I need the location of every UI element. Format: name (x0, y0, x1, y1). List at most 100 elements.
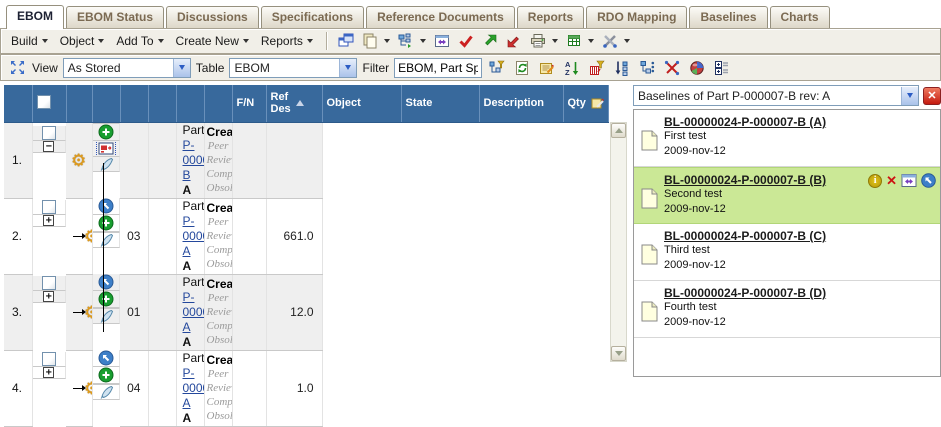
object-link[interactable]: P-000033-A (183, 366, 205, 410)
filter-tree-icon[interactable] (487, 58, 507, 78)
remove-filter-icon[interactable] (587, 58, 607, 78)
tab-reports[interactable]: Reports (517, 6, 584, 28)
tools-icon[interactable] (600, 31, 620, 51)
disconnect-icon[interactable] (662, 58, 682, 78)
baseline-link[interactable]: BL-00000024-P-000007-B (C) (664, 229, 826, 243)
goto-icon[interactable] (98, 274, 114, 290)
object-link[interactable]: P-000033-A (183, 214, 205, 258)
add-icon[interactable] (98, 291, 114, 307)
compare-window-icon[interactable] (432, 31, 452, 51)
print-menu-caret[interactable] (552, 39, 558, 43)
demote-arrow-icon[interactable] (504, 31, 524, 51)
print-icon[interactable] (528, 31, 548, 51)
collapse-toggle-icon[interactable]: − (43, 141, 54, 152)
state-current[interactable]: Create (207, 201, 230, 215)
sort-tree-icon[interactable] (612, 58, 632, 78)
goto-icon[interactable] (98, 350, 114, 366)
tab-ebom[interactable]: EBOM (6, 5, 64, 29)
object-link[interactable]: P-000035-A (183, 290, 205, 334)
expand-toggle-icon[interactable]: + (43, 215, 54, 226)
tab-rdo-mapping[interactable]: RDO Mapping (586, 6, 687, 28)
object-revision: A (183, 259, 192, 273)
list-item-selected[interactable]: BL-00000024-P-000007-B (B) Second test 2… (634, 167, 940, 224)
menu-build[interactable]: Build (7, 32, 52, 50)
header-fn[interactable]: F/N (232, 85, 266, 122)
add-icon[interactable] (98, 124, 114, 140)
row-checkbox[interactable] (42, 126, 56, 140)
menu-add-to[interactable]: Add To (112, 32, 167, 50)
list-item[interactable]: BL-00000024-P-000007-B (C) Third test 20… (634, 224, 940, 281)
export-table-icon[interactable] (564, 31, 584, 51)
quill-edit-icon[interactable] (98, 385, 114, 399)
state-current[interactable]: Create (207, 125, 230, 139)
chart-pie-icon[interactable] (687, 58, 707, 78)
tree-levels-icon[interactable] (637, 58, 657, 78)
tab-discussions[interactable]: Discussions (166, 6, 259, 28)
state-current[interactable]: Create (207, 353, 230, 367)
close-panel-button[interactable]: ✕ (923, 87, 941, 105)
expand-all-icon[interactable] (712, 58, 732, 78)
structure-menu-caret[interactable] (420, 39, 426, 43)
expand-toggle-icon[interactable]: + (43, 291, 54, 302)
header-object[interactable]: Object (322, 85, 401, 122)
copy-menu-caret[interactable] (384, 39, 390, 43)
row-checkbox[interactable] (42, 276, 56, 290)
select-all-checkbox[interactable] (37, 95, 51, 109)
copy-icon[interactable] (360, 31, 380, 51)
expand-toggle-icon[interactable]: + (43, 367, 54, 378)
filter-input[interactable] (394, 58, 482, 78)
row-checkbox[interactable] (42, 200, 56, 214)
quill-edit-icon[interactable] (98, 233, 114, 247)
baseline-link[interactable]: BL-00000024-P-000007-B (D) (664, 286, 826, 300)
header-state[interactable]: State (401, 85, 479, 122)
menu-create-new[interactable]: Create New (172, 32, 253, 50)
tab-specifications[interactable]: Specifications (261, 6, 364, 28)
promote-arrow-icon[interactable] (480, 31, 500, 51)
table-select[interactable]: EBOM (229, 58, 357, 78)
header-ref-des[interactable]: Ref Des (266, 85, 322, 122)
quill-edit-icon[interactable] (98, 309, 114, 323)
add-icon[interactable] (98, 215, 114, 231)
refresh-icon[interactable] (512, 58, 532, 78)
mass-edit-qty-icon[interactable] (591, 96, 604, 110)
menu-object[interactable]: Object (56, 32, 109, 50)
scroll-down-button[interactable] (611, 346, 626, 361)
delete-icon[interactable]: ✕ (886, 174, 897, 187)
header-qty[interactable]: Qty (563, 85, 608, 122)
chevron-down-icon (42, 39, 48, 43)
tab-reference-documents[interactable]: Reference Documents (366, 6, 515, 28)
list-item[interactable]: BL-00000024-P-000007-B (A) First test 20… (634, 110, 940, 167)
approve-check-icon[interactable] (456, 31, 476, 51)
related-object-icon[interactable] (97, 141, 115, 156)
baseline-link[interactable]: BL-00000024-P-000007-B (A) (664, 115, 826, 129)
tab-ebom-status[interactable]: EBOM Status (66, 6, 164, 28)
export-menu-caret[interactable] (588, 39, 594, 43)
maximize-icon[interactable] (7, 58, 27, 78)
vertical-scrollbar[interactable] (610, 122, 627, 362)
quill-edit-icon[interactable] (98, 157, 114, 171)
baselines-select[interactable]: Baselines of Part P-000007-B rev: A (633, 85, 919, 106)
scroll-up-button[interactable] (611, 123, 626, 138)
tab-baselines[interactable]: Baselines (689, 6, 767, 28)
info-icon[interactable]: i (868, 174, 882, 188)
baseline-link[interactable]: BL-00000024-P-000007-B (B) (664, 173, 826, 187)
add-icon[interactable] (98, 367, 114, 383)
open-new-window-icon[interactable] (336, 31, 356, 51)
object-link[interactable]: P-000007-B (183, 138, 205, 182)
structure-navigation-icon[interactable] (396, 31, 416, 51)
header-description[interactable]: Description (479, 85, 563, 122)
tools-menu-caret[interactable] (624, 39, 630, 43)
mass-edit-icon[interactable] (537, 58, 557, 78)
goto-icon[interactable] (98, 198, 114, 214)
state-current[interactable]: Create (207, 277, 230, 291)
menu-reports[interactable]: Reports (257, 32, 317, 50)
view-select[interactable]: As Stored (63, 58, 191, 78)
list-item[interactable]: BL-00000024-P-000007-B (D) Fourth test 2… (634, 281, 940, 338)
row-number: 4. (4, 350, 32, 426)
tab-charts[interactable]: Charts (770, 6, 830, 28)
goto-icon[interactable] (921, 173, 936, 188)
row-checkbox[interactable] (42, 352, 56, 366)
sort-az-icon[interactable]: AZ (562, 58, 582, 78)
part-gear-icon[interactable]: ⚙ (71, 151, 86, 170)
compare-window-icon[interactable] (901, 173, 917, 188)
